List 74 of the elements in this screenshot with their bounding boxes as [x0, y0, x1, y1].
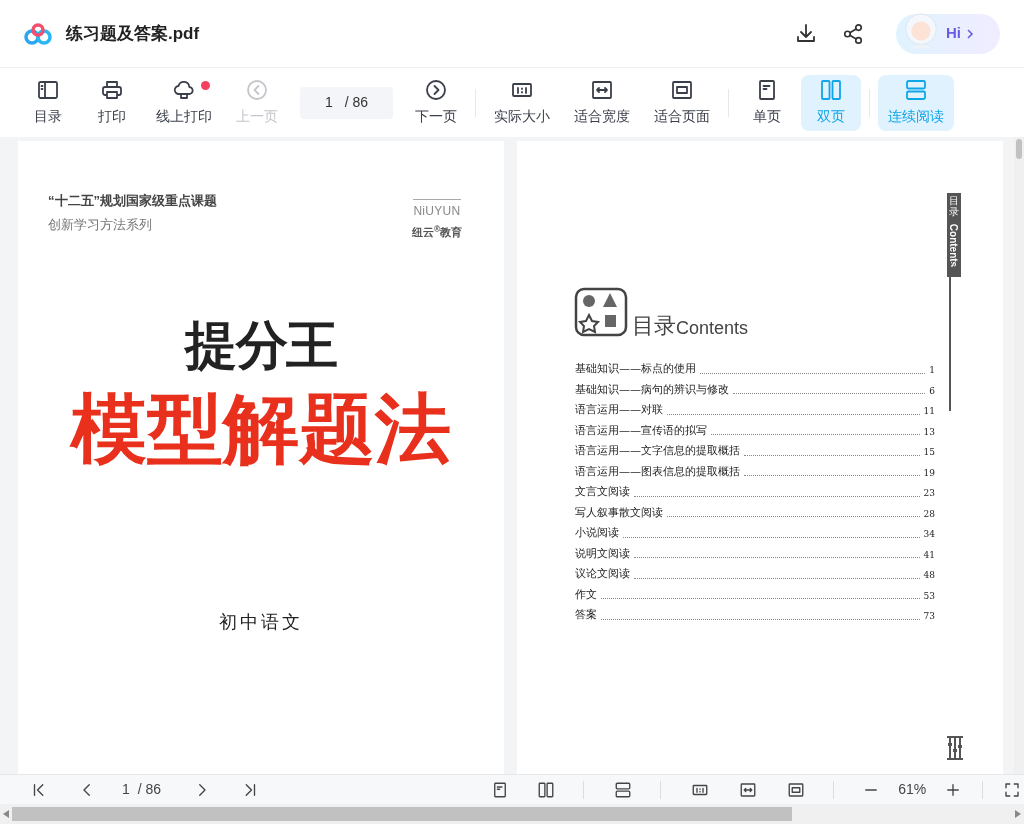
page-number: 48	[923, 569, 935, 582]
page-number: 11	[923, 405, 935, 418]
toolbar-button[interactable]: 适合宽度	[564, 74, 640, 131]
page-number: 19	[923, 466, 935, 480]
chevron-right-icon	[965, 28, 975, 39]
share-icon[interactable]	[842, 22, 864, 45]
printer-icon	[100, 78, 124, 102]
assistant-button[interactable]: Hi	[896, 13, 1000, 54]
publisher-name: 纽云$^{®}$教育	[411, 224, 462, 240]
side-tab-label: Contents	[947, 223, 961, 267]
page-number: 15	[923, 446, 935, 459]
contents-entry: 议论文阅读	[575, 566, 630, 582]
scrollbar-thumb[interactable]	[12, 807, 792, 821]
page-total: / 86	[137, 780, 162, 799]
toolbar-button[interactable]: 线上打印	[146, 74, 222, 131]
toolbar-button[interactable]: 实际大小	[484, 74, 560, 131]
fullscreen-icon[interactable]	[1003, 780, 1022, 799]
page-number: 53	[923, 589, 935, 603]
contents-entry: 写人叙事散文阅读	[575, 504, 663, 521]
scroll-right-icon[interactable]	[1015, 810, 1021, 818]
shapes-icon	[574, 287, 630, 337]
abacus-icon	[945, 735, 965, 761]
contents-entry: 语言运用——宣传语的拟写	[575, 422, 707, 439]
cloud-printer-icon	[172, 78, 196, 102]
side-tab-label: 目录	[949, 195, 959, 217]
page-number: 28	[923, 507, 935, 521]
contents-entry: 语言运用——对联	[575, 402, 663, 418]
chevron-right-circle-icon	[424, 78, 448, 102]
page-number: 23	[923, 487, 935, 500]
page-number: 6	[929, 384, 935, 398]
contents-entry: 语言运用——文字信息的提取概括	[575, 443, 740, 459]
page-number: 73	[923, 610, 935, 623]
publisher-logo-word: NiUYUN	[413, 199, 461, 220]
page-number: 1	[929, 364, 935, 377]
fit-page-icon[interactable]	[787, 780, 806, 799]
continuous-pages-icon[interactable]	[614, 780, 633, 799]
cover-brand: 提分王	[183, 318, 339, 371]
toolbar-button[interactable]: 适合页面	[644, 74, 720, 131]
toolbar-button[interactable]: 打印	[82, 74, 142, 131]
toolbar-button[interactable]: 单页	[737, 74, 797, 131]
fit-width-icon	[590, 78, 614, 102]
scrollbar-thumb[interactable]	[1016, 139, 1022, 159]
page-number: 34	[923, 528, 935, 541]
contents-entry: 基础知识——标点的使用	[575, 361, 696, 377]
contents-entry: 基础知识——病句的辨识与修改	[575, 381, 729, 398]
chevron-left-circle-icon	[245, 78, 269, 102]
contents-heading: 目录	[632, 315, 676, 337]
double-page-icon	[819, 78, 843, 102]
sidebar-icon	[36, 78, 60, 102]
contents-entry: 答案	[575, 607, 597, 623]
scroll-left-icon[interactable]	[3, 810, 9, 818]
continuous-pages-icon	[904, 78, 928, 102]
contents-entry: 作文	[575, 586, 597, 603]
contents-heading: Contents	[676, 319, 749, 337]
logo-icon	[24, 22, 52, 45]
cover-subheading: 创新学习方法系列	[48, 215, 153, 234]
contents-entry: 小说阅读	[575, 525, 619, 541]
toolbar-button[interactable]: 目录	[18, 74, 78, 131]
toolbar-button[interactable]: 下一页	[405, 74, 467, 131]
page-number: 13	[923, 425, 935, 439]
cover-subject: 初中语文	[218, 610, 304, 634]
fit-width-icon[interactable]	[739, 780, 758, 799]
contents-entry: 说明文阅读	[575, 545, 630, 562]
cover-title: 模型解题法	[68, 390, 452, 467]
page-number-field[interactable]: 1 / 86	[300, 86, 393, 119]
fit-page-icon	[670, 78, 694, 102]
contents-entry: 语言运用——图表信息的提取概括	[575, 463, 740, 480]
cover-heading: “十二五”规划国家级重点课题	[48, 192, 217, 210]
contents-entry: 文言文阅读	[575, 484, 630, 500]
current-page: 1	[122, 780, 130, 799]
double-page-icon[interactable]	[537, 780, 556, 799]
zoom-level: 61%	[898, 780, 927, 799]
page-number: 41	[923, 548, 935, 562]
file-title: 练习题及答案.pdf	[66, 22, 200, 45]
